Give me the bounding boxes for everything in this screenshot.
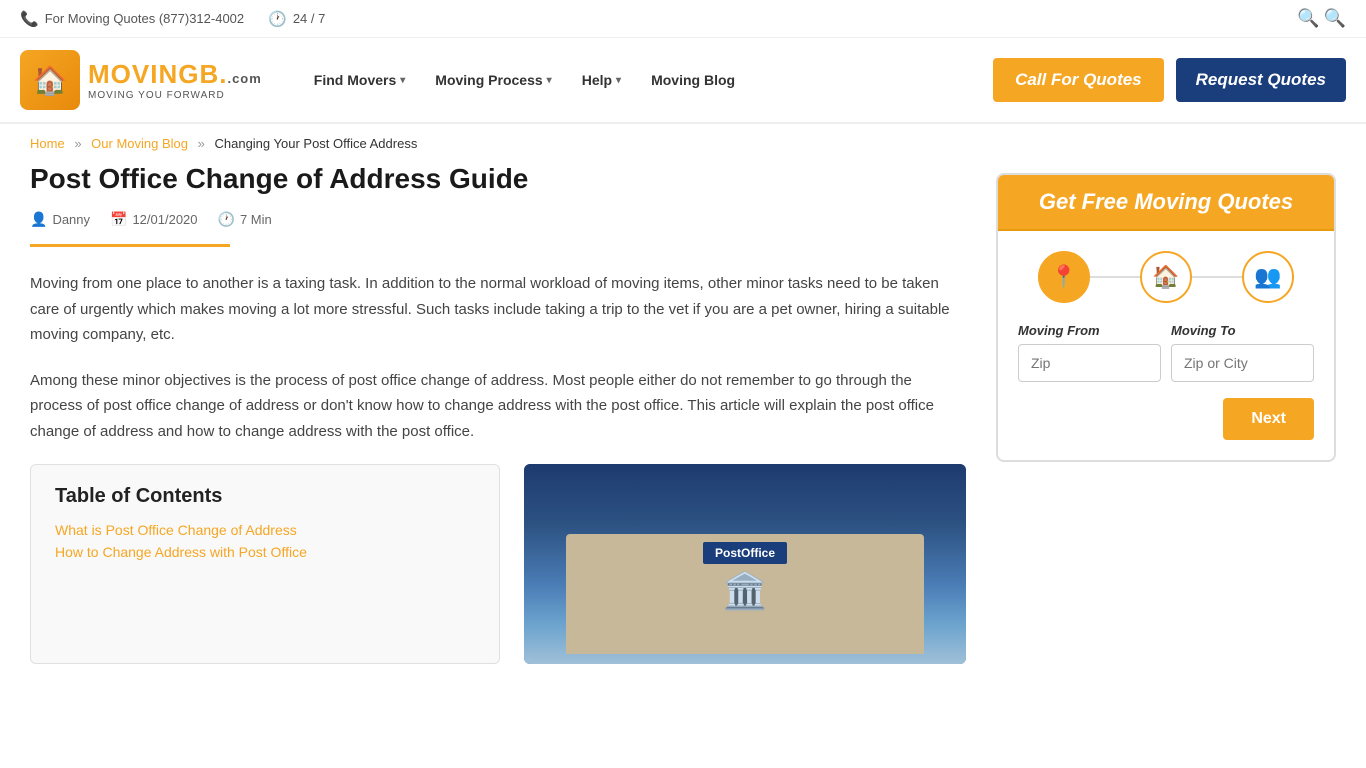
step-line-1 xyxy=(1090,276,1140,278)
moving-from-group: Moving From xyxy=(1018,323,1161,382)
sidebar: Get Free Moving Quotes 📍 🏠 👥 Moving From xyxy=(996,163,1336,664)
nav-help[interactable]: Help ▾ xyxy=(570,64,633,96)
nav-moving-blog[interactable]: Moving Blog xyxy=(639,64,747,96)
dropdown-arrow: ▾ xyxy=(547,75,552,86)
toc-link-2[interactable]: How to Change Address with Post Office xyxy=(55,544,307,560)
dropdown-arrow: ▾ xyxy=(400,75,405,86)
body-paragraph-2: Among these minor objectives is the proc… xyxy=(30,368,966,445)
author-icon: 👤 xyxy=(30,211,47,228)
toc-title: Table of Contents xyxy=(55,485,475,508)
logo-area: 🏠 MOVINGB..com Moving You Forward xyxy=(20,50,262,110)
logo-tagline: Moving You Forward xyxy=(88,90,262,101)
top-bar: 📞 For Moving Quotes (877)312-4002 🕐 24 /… xyxy=(0,0,1366,38)
quote-box: Get Free Moving Quotes 📍 🏠 👥 Moving From xyxy=(996,173,1336,462)
step-line-2 xyxy=(1192,276,1242,278)
hours-label: 24 / 7 xyxy=(293,11,326,26)
nav-find-movers[interactable]: Find Movers ▾ xyxy=(302,64,418,96)
nav-moving-process[interactable]: Moving Process ▾ xyxy=(423,64,563,96)
moving-to-input[interactable] xyxy=(1171,344,1314,382)
step-icon-1: 📍 xyxy=(1038,251,1090,303)
read-time: 7 Min xyxy=(240,212,272,227)
logo[interactable]: 🏠 MOVINGB..com Moving You Forward xyxy=(20,50,262,110)
step-icons: 📍 🏠 👥 xyxy=(1018,251,1314,303)
toc-item: How to Change Address with Post Office xyxy=(55,544,475,560)
dropdown-arrow: ▾ xyxy=(616,75,621,86)
breadcrumb-current: Changing Your Post Office Address xyxy=(214,136,417,151)
calendar-icon: 📅 xyxy=(110,211,127,228)
article-date: 12/01/2020 xyxy=(132,212,197,227)
request-quotes-button[interactable]: Request Quotes xyxy=(1176,58,1346,102)
header-buttons: Call For Quotes Request Quotes xyxy=(993,58,1346,102)
author-meta: 👤 Danny xyxy=(30,211,90,228)
logo-icon: 🏠 xyxy=(20,50,80,110)
breadcrumb-home[interactable]: Home xyxy=(30,136,65,151)
breadcrumb-sep-2: » xyxy=(198,136,205,151)
breadcrumb: Home » Our Moving Blog » Changing Your P… xyxy=(0,124,1366,163)
header: 🏠 MOVINGB..com Moving You Forward Find M… xyxy=(0,38,1366,124)
main-nav: Find Movers ▾ Moving Process ▾ Help ▾ Mo… xyxy=(302,64,953,96)
article: Post Office Change of Address Guide 👤 Da… xyxy=(30,163,966,664)
table-of-contents: Table of Contents What is Post Office Ch… xyxy=(30,464,500,664)
moving-to-group: Moving To xyxy=(1171,323,1314,382)
toc-section: Table of Contents What is Post Office Ch… xyxy=(30,464,966,664)
time-icon: 🕐 xyxy=(218,211,235,228)
call-for-quotes-button[interactable]: Call For Quotes xyxy=(993,58,1164,102)
date-meta: 📅 12/01/2020 xyxy=(110,211,198,228)
title-divider xyxy=(30,244,230,247)
moving-from-label: Moving From xyxy=(1018,323,1161,338)
post-office-image: PostOffice 🏛️ xyxy=(524,464,966,664)
author-name: Danny xyxy=(52,212,90,227)
search-icon-large[interactable]: 🔍 xyxy=(1324,8,1346,29)
article-meta: 👤 Danny 📅 12/01/2020 🕐 7 Min xyxy=(30,211,966,228)
search-icon-small[interactable]: 🔍 xyxy=(1297,8,1319,29)
toc-item: What is Post Office Change of Address xyxy=(55,522,475,538)
phone-icon: 📞 xyxy=(20,10,39,28)
toc-list: What is Post Office Change of Address Ho… xyxy=(55,522,475,560)
quote-box-body: 📍 🏠 👥 Moving From Moving To xyxy=(998,231,1334,460)
move-fields: Moving From Moving To xyxy=(1018,323,1314,382)
body-paragraph-1: Moving from one place to another is a ta… xyxy=(30,271,966,348)
quote-box-header: Get Free Moving Quotes xyxy=(998,175,1334,231)
phone-label: For Moving Quotes (877)312-4002 xyxy=(45,11,244,26)
article-title: Post Office Change of Address Guide xyxy=(30,163,966,195)
phone-info: 📞 For Moving Quotes (877)312-4002 xyxy=(20,10,244,28)
read-time-meta: 🕐 7 Min xyxy=(218,211,272,228)
article-body: Moving from one place to another is a ta… xyxy=(30,271,966,444)
main-layout: Post Office Change of Address Guide 👤 Da… xyxy=(0,163,1366,694)
logo-text: MOVINGB..com xyxy=(88,59,262,90)
breadcrumb-sep-1: » xyxy=(74,136,81,151)
step-icon-3: 👥 xyxy=(1242,251,1294,303)
toc-link-1[interactable]: What is Post Office Change of Address xyxy=(55,522,297,538)
moving-from-input[interactable] xyxy=(1018,344,1161,382)
next-button[interactable]: Next xyxy=(1223,398,1314,440)
step-icon-2: 🏠 xyxy=(1140,251,1192,303)
moving-to-label: Moving To xyxy=(1171,323,1314,338)
clock-icon: 🕐 xyxy=(268,10,287,28)
hours-info: 🕐 24 / 7 xyxy=(268,10,325,28)
breadcrumb-blog[interactable]: Our Moving Blog xyxy=(91,136,188,151)
